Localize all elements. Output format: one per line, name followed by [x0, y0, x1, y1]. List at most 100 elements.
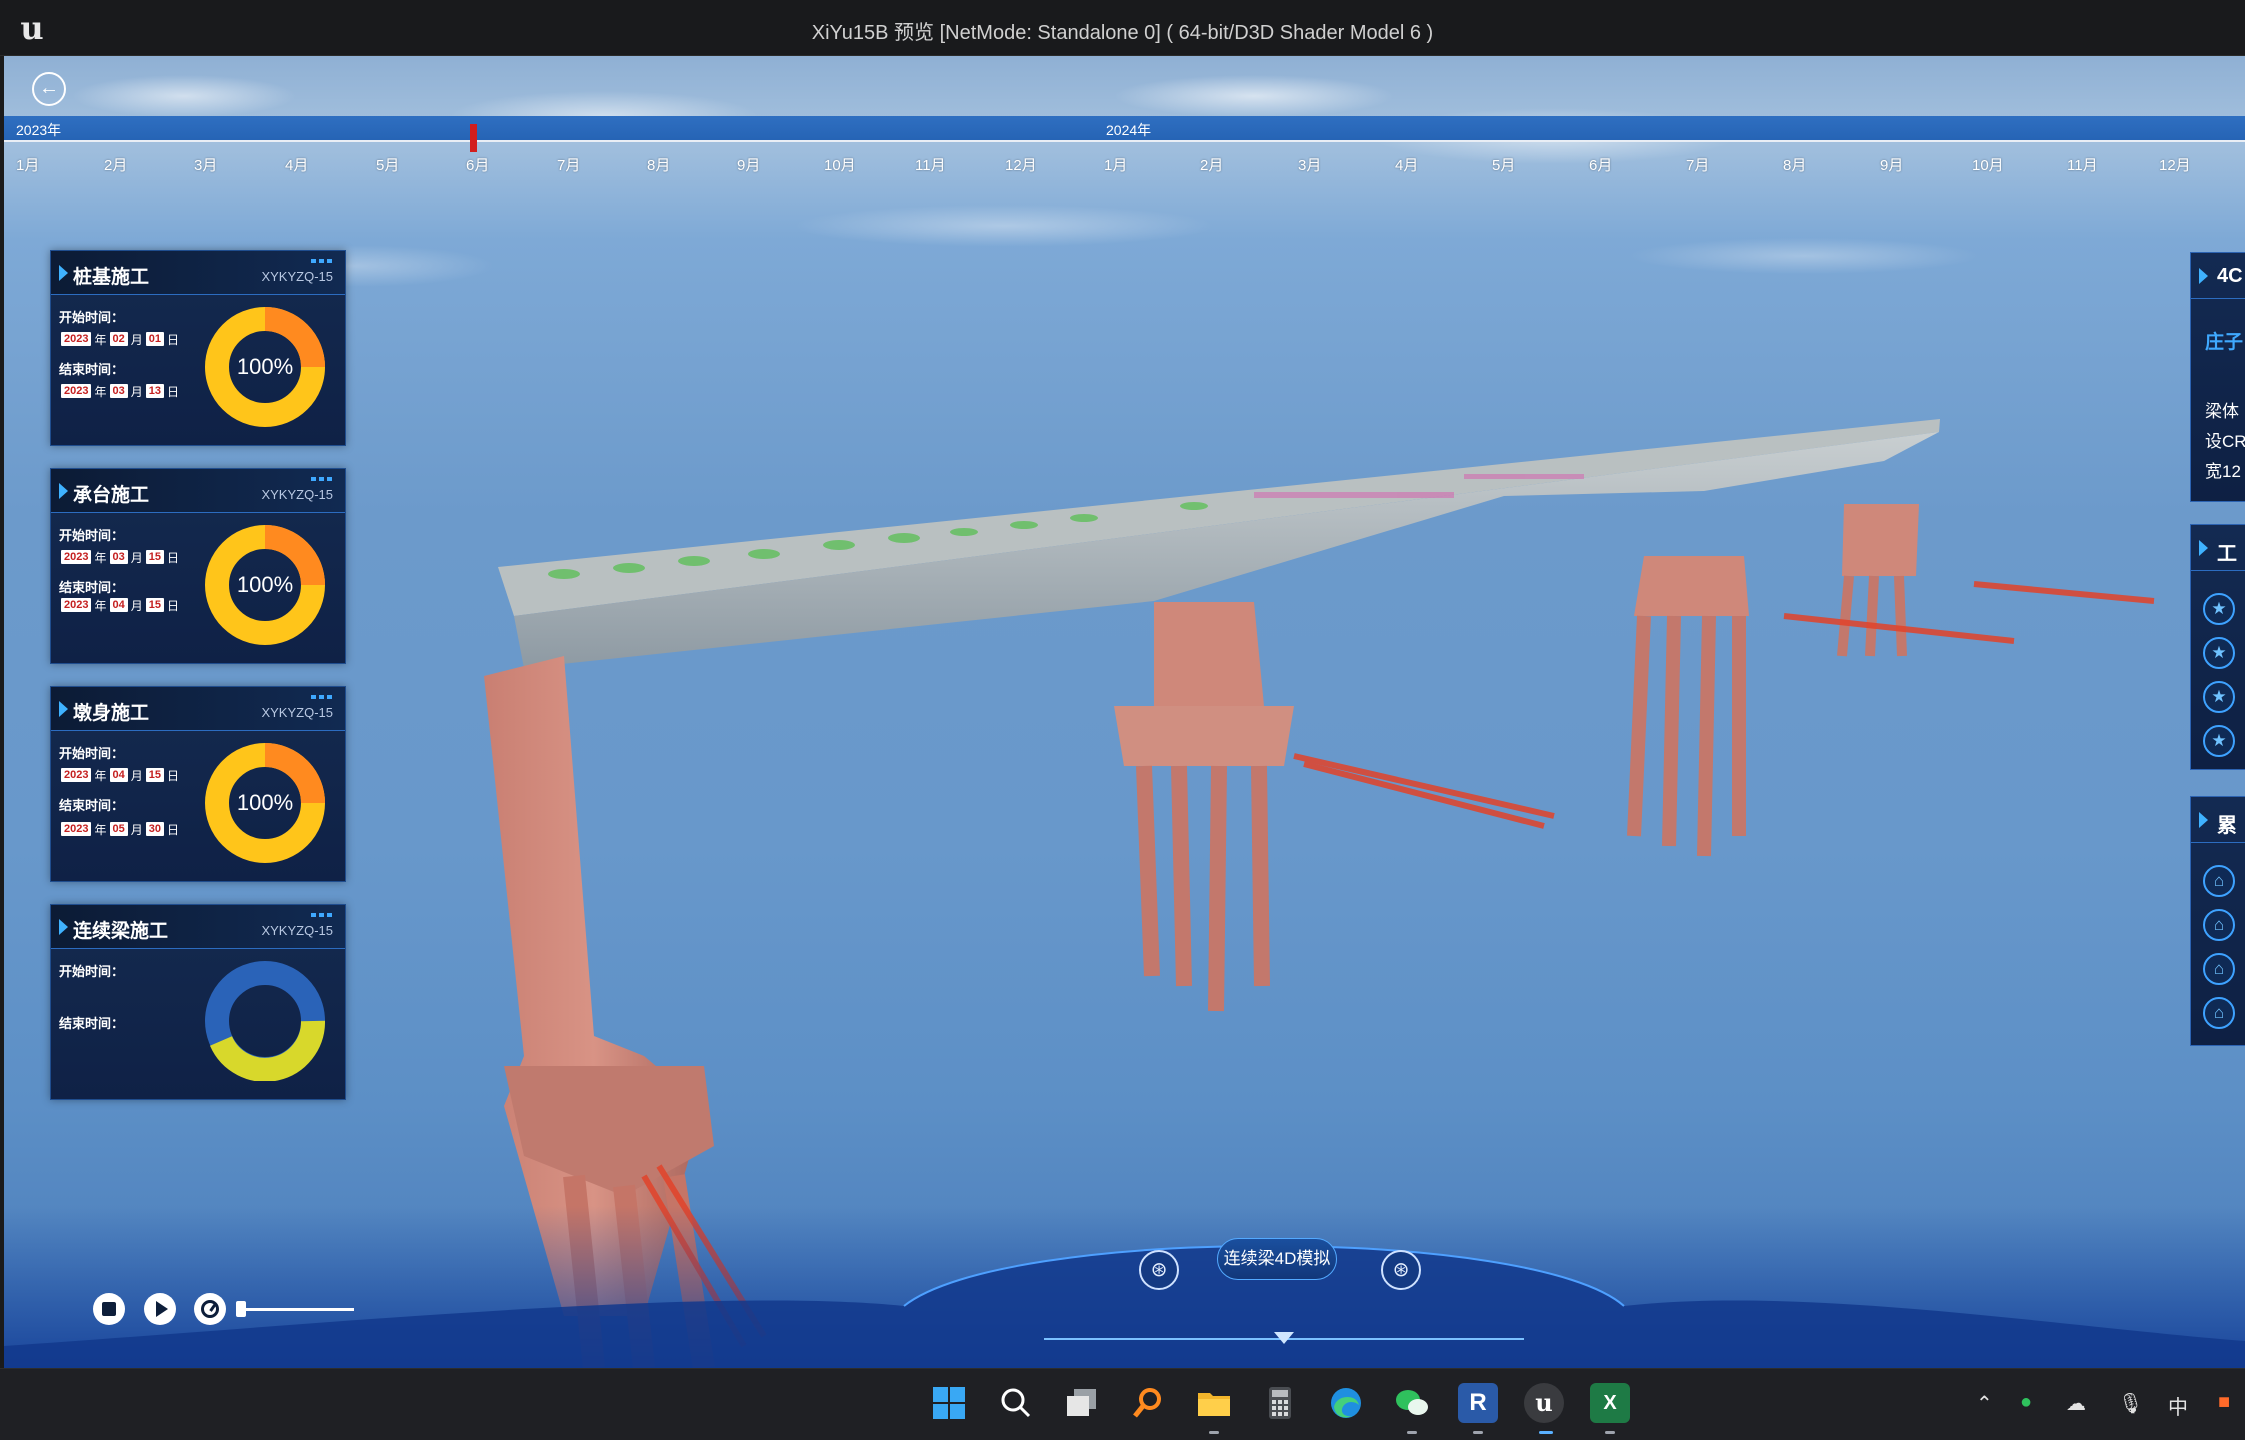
year-unit: 年: [94, 384, 107, 399]
girder-4d-simulation-button[interactable]: 连续梁4D模拟: [1217, 1238, 1337, 1280]
timeline-month[interactable]: 8月: [1783, 154, 1806, 175]
star-icon[interactable]: ★: [2203, 725, 2235, 757]
building-icon[interactable]: ⌂: [2203, 997, 2235, 1029]
panel-header: 工: [2191, 525, 2245, 571]
stop-button[interactable]: [93, 1293, 125, 1325]
timeline-month[interactable]: 10月: [824, 154, 856, 175]
playback-slider-track[interactable]: [238, 1308, 354, 1311]
triangle-icon: [59, 483, 68, 499]
construction-timeline[interactable]: 2023年 2024年 1月 2月 3月 4月 5月 6月 7月 8月 9月 1…: [4, 116, 2245, 186]
timeline-month[interactable]: 6月: [466, 154, 489, 175]
timeline-month[interactable]: 2月: [104, 154, 127, 175]
everything-search-icon[interactable]: [1128, 1383, 1168, 1423]
wechat-icon[interactable]: [1392, 1383, 1432, 1423]
unreal-engine-icon[interactable]: u: [1524, 1383, 1564, 1423]
building-icon[interactable]: ⌂: [2203, 909, 2235, 941]
wechat-tray-icon[interactable]: ●: [2020, 1391, 2032, 1414]
timeline-month[interactable]: 10月: [1972, 154, 2004, 175]
timeline-month[interactable]: 1月: [16, 154, 39, 175]
windows-start-icon[interactable]: [929, 1383, 969, 1423]
end-date: 2023 年 03 月 13 日: [61, 383, 179, 399]
date-year: 2023: [61, 768, 92, 782]
chevron-up-icon[interactable]: ⌃: [1976, 1391, 1993, 1416]
timeline-month[interactable]: 3月: [194, 154, 217, 175]
right-panel-cumulative[interactable]: 累 ⌂ ⌂ ⌂ ⌂: [2190, 796, 2245, 1046]
date-year: 2023: [61, 332, 92, 346]
timeline-month[interactable]: 11月: [915, 154, 946, 175]
windows-taskbar: R u X ⌃ ● ☁ 🎙 中 ■: [0, 1368, 2245, 1440]
microphone-icon[interactable]: 🎙: [2118, 1391, 2143, 1416]
timeline-month[interactable]: 12月: [2159, 154, 2191, 175]
timeline-month[interactable]: 6月: [1589, 154, 1612, 175]
cloud-icon[interactable]: ☁: [2066, 1391, 2086, 1416]
panel-title: 桩基施工: [73, 267, 150, 288]
timeline-month[interactable]: 12月: [1005, 154, 1037, 175]
timeline-month[interactable]: 2月: [1200, 154, 1223, 175]
timeline-month[interactable]: 11月: [2067, 154, 2098, 175]
month-unit: 月: [130, 550, 143, 565]
calculator-icon[interactable]: [1260, 1383, 1300, 1423]
play-button[interactable]: [144, 1293, 176, 1325]
timeline-month[interactable]: 4月: [285, 154, 308, 175]
playback-slider-knob[interactable]: [236, 1301, 246, 1317]
month-unit: 月: [130, 384, 143, 399]
timeline-month[interactable]: 8月: [647, 154, 670, 175]
panel-header: 4C: [2191, 253, 2245, 299]
speedometer-icon: [201, 1300, 219, 1318]
panel-title: 累: [2217, 815, 2237, 837]
date-month: 05: [109, 822, 128, 836]
timeline-month[interactable]: 7月: [1686, 154, 1709, 175]
excel-icon[interactable]: X: [1590, 1383, 1630, 1423]
date-month: 02: [109, 332, 128, 346]
start-time-label: 开始时间：: [59, 528, 125, 543]
star-icon[interactable]: ★: [2203, 637, 2235, 669]
timeline-playhead[interactable]: [470, 124, 477, 152]
day-unit: 日: [167, 598, 180, 613]
panel-code: XYKYZQ-15: [261, 487, 333, 502]
timeline-month[interactable]: 9月: [1880, 154, 1903, 175]
timeline-month[interactable]: 1月: [1104, 154, 1127, 175]
camera-left-icon[interactable]: ⊛: [1139, 1250, 1179, 1290]
panel-title: 墩身施工: [73, 703, 150, 724]
date-year: 2023: [61, 550, 92, 564]
timeline-month[interactable]: 9月: [737, 154, 760, 175]
timeline-month[interactable]: 5月: [376, 154, 399, 175]
search-icon[interactable]: [996, 1383, 1036, 1423]
arrow-left-icon: ←: [39, 77, 59, 99]
end-time-label: 结束时间：: [59, 362, 125, 377]
speed-button[interactable]: [194, 1293, 226, 1325]
right-panel-tasks[interactable]: 工 ★ ★ ★ ★: [2190, 524, 2245, 770]
revit-icon[interactable]: R: [1458, 1383, 1498, 1423]
panel-header: 累: [2191, 797, 2245, 843]
triangle-icon: [2199, 540, 2208, 556]
active-indicator: [1539, 1431, 1553, 1434]
back-button[interactable]: ←: [32, 72, 66, 106]
triangle-icon: [59, 701, 68, 717]
building-icon[interactable]: ⌂: [2203, 865, 2235, 897]
camera-right-icon[interactable]: ⊛: [1381, 1250, 1421, 1290]
panel-code: XYKYZQ-15: [261, 269, 333, 284]
edge-browser-icon[interactable]: [1326, 1383, 1366, 1423]
stage-panel-girder[interactable]: 连续梁施工 XYKYZQ-15 开始时间： 结束时间：: [50, 904, 346, 1100]
date-month: 04: [109, 598, 128, 612]
stage-panel-pier[interactable]: 墩身施工 XYKYZQ-15 开始时间： 2023 年 04 月 15 日 结束时间：…: [50, 686, 346, 882]
right-panel-info[interactable]: 4C 庄子 梁体 设CR 宽12: [2190, 252, 2245, 502]
timeline-month[interactable]: 3月: [1298, 154, 1321, 175]
timeline-year-bar: 2023年 2024年: [4, 116, 2245, 142]
file-explorer-icon[interactable]: [1194, 1383, 1234, 1423]
task-view-icon[interactable]: [1062, 1383, 1102, 1423]
app-tray-icon[interactable]: ■: [2218, 1391, 2230, 1414]
ime-indicator[interactable]: 中: [2168, 1391, 2188, 1420]
timeline-month[interactable]: 7月: [557, 154, 580, 175]
star-icon[interactable]: ★: [2203, 681, 2235, 713]
start-date: 2023 年 02 月 01 日: [61, 331, 179, 347]
building-icon[interactable]: ⌂: [2203, 953, 2235, 985]
stage-panel-pile[interactable]: 桩基施工 XYKYZQ-15 开始时间： 2023 年 02 月 01 日 结束时间：…: [50, 250, 346, 446]
timeline-month[interactable]: 5月: [1492, 154, 1515, 175]
star-icon[interactable]: ★: [2203, 593, 2235, 625]
timeline-month[interactable]: 4月: [1395, 154, 1418, 175]
info-line: 设CR: [2205, 432, 2245, 451]
stage-panel-cap[interactable]: 承台施工 XYKYZQ-15 开始时间： 2023 年 03 月 15 日 结束时间：…: [50, 468, 346, 664]
triangle-icon: [2199, 268, 2208, 284]
timeline-year-label: 2024年: [1106, 122, 1152, 138]
